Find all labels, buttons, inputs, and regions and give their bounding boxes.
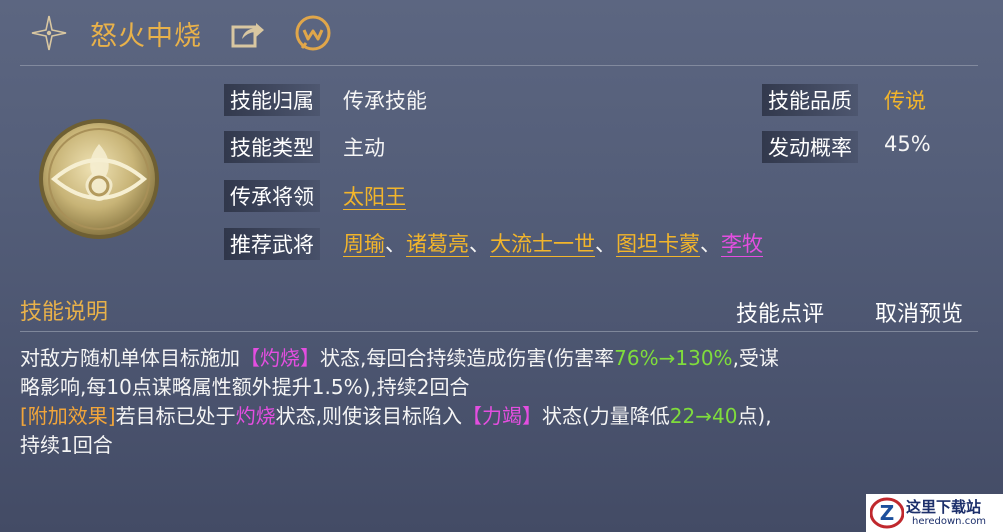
share-icon[interactable] [230,19,266,49]
general-link-zhugeliang[interactable]: 诸葛亮 [406,232,469,257]
quality-value: 传说 [884,89,926,113]
watermark-logo-icon: Z [870,497,904,529]
watermark-url: heredown.com [912,516,987,527]
extra-effect-tag: [附加效果] [20,404,116,428]
type-value: 主动 [343,136,385,160]
header-divider [20,65,978,66]
site-watermark: Z 这里下载站 heredown.com [866,494,1003,532]
belong-value: 传承技能 [343,89,427,113]
general-link-tutankhamun[interactable]: 图坦卡蒙 [616,232,700,257]
damage-rate: 76%→130% [614,346,733,370]
watermark-brand: 这里下载站 [906,498,982,516]
eye-flame-skill-icon [39,119,159,239]
desc-line-2: 略影响,每10点谋略属性额外提升1.5%),持续2回合 [20,375,470,399]
general-label: 传承将领 [224,180,320,212]
compass-star-icon [31,15,67,51]
desc-line-4: 持续1回合 [20,433,113,457]
general-link-limu[interactable]: 李牧 [721,232,763,257]
separator: 、 [385,232,406,256]
skill-title: 怒火中烧 [90,21,202,52]
skill-description-title: 技能说明 [20,300,109,325]
general-link[interactable]: 太阳王 [343,185,406,210]
section-divider [20,331,978,332]
desc-line-1: 对敌方随机单体目标施加【灼烧】状态,每回合持续造成伤害(伤害率76%→130%,… [20,346,779,370]
cancel-preview-button[interactable]: 取消预览 [875,296,963,328]
general-link-zhouyu[interactable]: 周瑜 [343,232,385,257]
strength-reduction: 22→40 [669,404,738,428]
general-link-darius[interactable]: 大流士一世 [490,232,595,257]
burn-status: 【灼烧】 [240,346,320,370]
skill-review-button[interactable]: 技能点评 [736,296,824,328]
svg-text:Z: Z [880,501,895,525]
probability-label: 发动概率 [762,131,858,163]
chat-bubble-icon[interactable] [292,14,334,54]
recommended-generals: 周瑜、诸葛亮、大流士一世、图坦卡蒙、李牧 [343,228,763,258]
exhaust-status: 【力竭】 [461,404,542,428]
separator: 、 [700,232,721,256]
belong-label: 技能归属 [224,84,320,116]
desc-line-3: [附加效果]若目标已处于灼烧状态,则使该目标陷入【力竭】状态(力量降低22→40… [20,404,772,428]
separator: 、 [595,232,616,256]
general-value[interactable]: 太阳王 [343,181,406,211]
type-label: 技能类型 [224,131,320,163]
burn-keyword: 灼烧 [235,404,276,428]
separator: 、 [469,232,490,256]
quality-label: 技能品质 [762,84,858,116]
recommend-label: 推荐武将 [224,228,320,260]
probability-value: 45% [884,132,931,156]
skill-description: 对敌方随机单体目标施加【灼烧】状态,每回合持续造成伤害(伤害率76%→130%,… [20,344,995,460]
